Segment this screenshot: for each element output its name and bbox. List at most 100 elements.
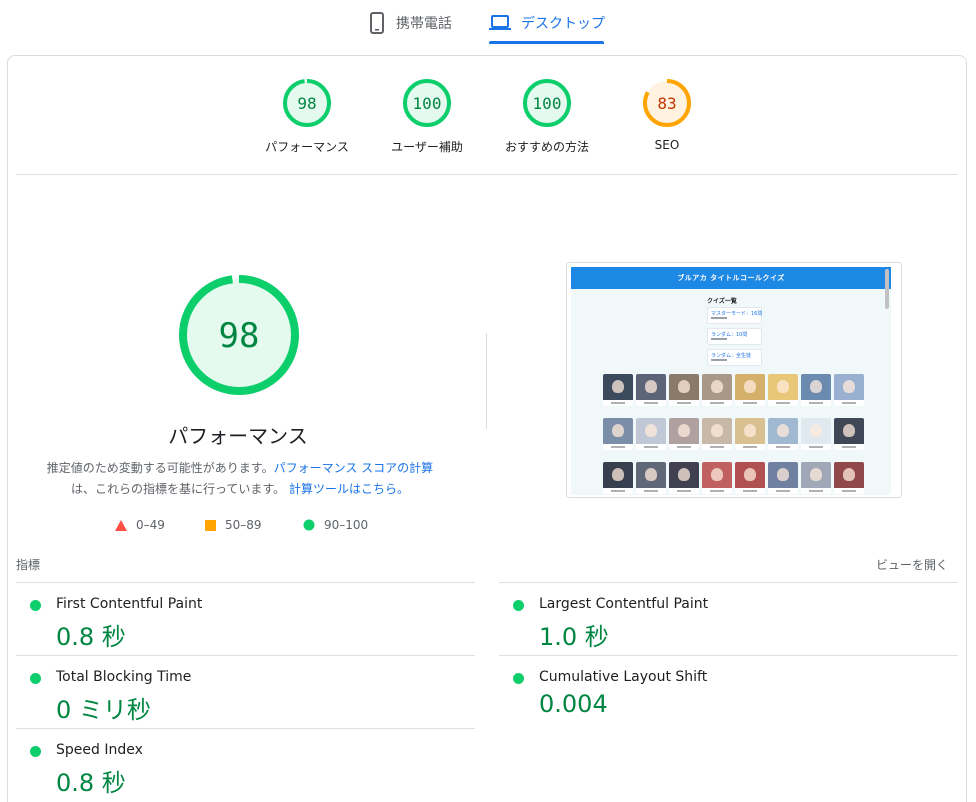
quiz-item-label: ランダム：全生徒 bbox=[711, 353, 752, 359]
legend-range: 0–49 bbox=[136, 518, 165, 532]
quiz-item-label: マスターモード：16問 bbox=[711, 311, 763, 317]
performance-score: 98 bbox=[219, 316, 260, 356]
legend-range: 90–100 bbox=[324, 518, 369, 532]
gauge-label: ユーザー補助 bbox=[391, 140, 463, 154]
screenshot-header: ブルアカ タイトルコールクイズ bbox=[571, 267, 891, 289]
category-gauges: 98 パフォーマンス 100 ユーザー補助 100 おすすめの方法 83 SEO bbox=[0, 78, 976, 168]
screenshot-page: ブルアカ タイトルコールクイズ クイズ一覧 マスターモード：16問 ランダム：1… bbox=[571, 267, 891, 495]
character-thumbnail bbox=[603, 374, 633, 406]
expand-view-toggle[interactable]: ビューを開く bbox=[876, 556, 948, 573]
laptop-icon bbox=[489, 13, 511, 33]
character-thumbnail bbox=[636, 374, 666, 406]
gauge-ring: 83 bbox=[643, 79, 691, 127]
pass-circle-icon bbox=[30, 746, 41, 757]
active-tab-indicator bbox=[489, 41, 604, 44]
performance-title: パフォーマンス bbox=[168, 424, 308, 448]
character-thumbnail bbox=[834, 374, 864, 406]
tab-desktop[interactable]: デスクトップ bbox=[489, 0, 605, 46]
calculator-link[interactable]: 計算ツールはこちら。 bbox=[289, 482, 409, 496]
device-tabs: 携帯電話 デスクトップ bbox=[0, 0, 976, 48]
gauge-label: SEO bbox=[654, 138, 680, 152]
gauge-label: パフォーマンス bbox=[265, 140, 349, 154]
character-thumbnail bbox=[801, 418, 831, 450]
metric-tbt: Total Blocking Time 0 ミリ秒 bbox=[16, 655, 475, 728]
character-thumbnail bbox=[702, 418, 732, 450]
metric-label: Speed Index bbox=[56, 742, 143, 758]
character-thumbnail bbox=[735, 462, 765, 494]
character-thumbnail bbox=[801, 462, 831, 494]
character-thumbnail bbox=[768, 374, 798, 406]
metric-value: 0.004 bbox=[539, 690, 608, 718]
legend-range: 50–89 bbox=[225, 518, 262, 532]
metrics-header: 指標 bbox=[16, 558, 41, 572]
metric-cls: Cumulative Layout Shift 0.004 bbox=[499, 655, 958, 728]
quiz-item: マスターモード：16問 bbox=[707, 307, 762, 324]
character-thumbnail bbox=[735, 374, 765, 406]
gauge-score: 100 bbox=[533, 94, 562, 113]
metric-si: Speed Index 0.8 秒 bbox=[16, 728, 475, 801]
gauge-ring: 100 bbox=[403, 79, 451, 127]
screenshot-scrollbar bbox=[885, 269, 889, 309]
character-thumbnail bbox=[702, 462, 732, 494]
quiz-item-label: ランダム：10問 bbox=[711, 332, 748, 338]
quiz-list-title: クイズ一覧 bbox=[707, 298, 737, 305]
character-thumbnail bbox=[669, 418, 699, 450]
metric-label: Total Blocking Time bbox=[56, 669, 192, 685]
gauge-accessibility[interactable]: 100 ユーザー補助 bbox=[367, 78, 487, 155]
pass-circle-icon bbox=[30, 600, 41, 611]
gauge-ring: 98 bbox=[283, 79, 331, 127]
metric-lcp: Largest Contentful Paint 1.0 秒 bbox=[499, 582, 958, 655]
character-thumbnail bbox=[603, 462, 633, 494]
score-calculation-link[interactable]: パフォーマンス スコアの計算 bbox=[274, 461, 434, 475]
gauge-ring: 100 bbox=[523, 79, 571, 127]
pass-circle-icon bbox=[513, 673, 524, 684]
gauge-best-practices[interactable]: 100 おすすめの方法 bbox=[487, 78, 607, 155]
character-thumbnail bbox=[603, 418, 633, 450]
character-thumbnail bbox=[768, 418, 798, 450]
score-legend: 0–49 50–89 90–100 bbox=[0, 518, 976, 534]
metric-label: Cumulative Layout Shift bbox=[539, 669, 708, 685]
performance-gauge-large: 98 bbox=[179, 275, 299, 395]
character-thumbnail bbox=[768, 462, 798, 494]
metric-value: 1.0 秒 bbox=[539, 623, 609, 651]
legend-fail: 0–49 bbox=[115, 518, 165, 532]
desc-text: 推定値のため変動する可能性があります。 bbox=[46, 461, 274, 475]
gauge-performance[interactable]: 98 パフォーマンス bbox=[247, 78, 367, 155]
vertical-divider bbox=[486, 333, 487, 429]
tab-desktop-label: デスクトップ bbox=[521, 16, 605, 32]
character-thumbnail bbox=[669, 374, 699, 406]
legend-average: 50–89 bbox=[205, 518, 262, 532]
section-divider bbox=[16, 174, 958, 175]
legend-pass: 90–100 bbox=[303, 518, 368, 532]
circle-icon bbox=[303, 519, 315, 531]
quiz-item: ランダム：全生徒 bbox=[707, 349, 762, 366]
metric-label: First Contentful Paint bbox=[56, 596, 203, 612]
character-thumbnail bbox=[636, 462, 666, 494]
gauge-label: おすすめの方法 bbox=[504, 140, 589, 154]
character-thumbnail bbox=[702, 374, 732, 406]
quiz-item: ランダム：10問 bbox=[707, 328, 762, 345]
gauge-score: 100 bbox=[413, 94, 442, 113]
character-thumbnail bbox=[636, 418, 666, 450]
metric-value: 0.8 秒 bbox=[56, 769, 126, 797]
metric-value: 0.8 秒 bbox=[56, 623, 126, 651]
gauge-score: 98 bbox=[297, 94, 316, 113]
tab-mobile[interactable]: 携帯電話 bbox=[368, 0, 452, 46]
character-thumbnail bbox=[834, 462, 864, 494]
smartphone-icon bbox=[368, 11, 386, 35]
desc-text: は、これらの指標を基に行っています。 bbox=[70, 482, 286, 496]
character-thumbnail bbox=[669, 462, 699, 494]
tab-mobile-label: 携帯電話 bbox=[396, 16, 452, 32]
pass-circle-icon bbox=[30, 673, 41, 684]
pass-circle-icon bbox=[513, 600, 524, 611]
gauge-seo[interactable]: 83 SEO bbox=[607, 78, 727, 152]
character-thumbnail bbox=[834, 418, 864, 450]
character-thumbnail bbox=[801, 374, 831, 406]
gauge-score: 83 bbox=[657, 94, 676, 113]
square-icon bbox=[205, 519, 216, 531]
metric-fcp: First Contentful Paint 0.8 秒 bbox=[16, 582, 475, 655]
final-screenshot[interactable]: ブルアカ タイトルコールクイズ クイズ一覧 マスターモード：16問 ランダム：1… bbox=[566, 262, 902, 498]
metric-label: Largest Contentful Paint bbox=[539, 596, 709, 612]
metric-value: 0 ミリ秒 bbox=[56, 696, 151, 724]
triangle-icon bbox=[115, 519, 127, 531]
